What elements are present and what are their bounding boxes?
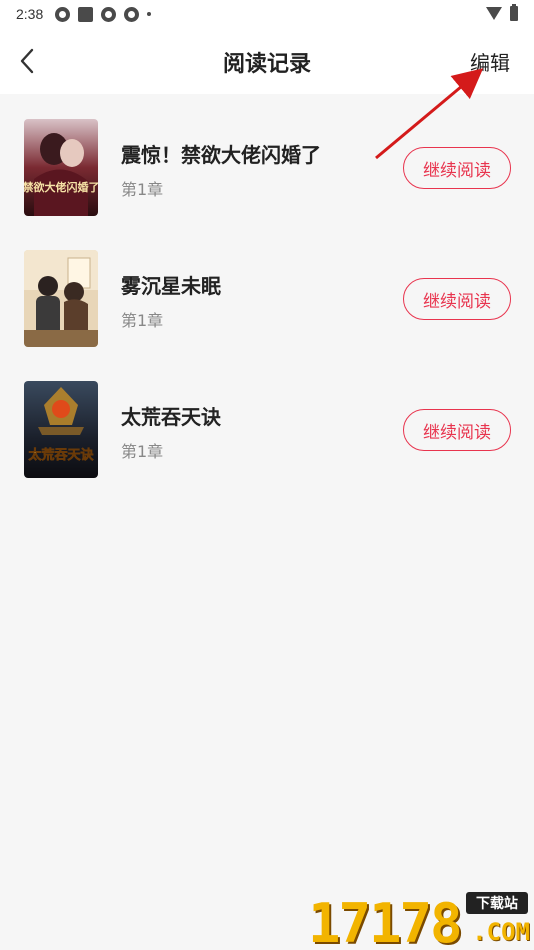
- status-time: 2:38: [16, 6, 44, 22]
- chapter-label: 第1章: [121, 311, 164, 330]
- chapter-label: 第1章: [121, 180, 164, 199]
- continue-reading-button[interactable]: 继续阅读: [403, 147, 511, 189]
- battery-icon: [510, 4, 518, 21]
- continue-reading-button[interactable]: 继续阅读: [403, 278, 511, 320]
- reading-history-list: 禁欲大佬闪婚了 震惊！禁欲大佬闪婚了 第1章 继续阅读 雾沉星未眠 第1章 继续…: [0, 94, 534, 487]
- top-bar: 阅读记录 编辑: [0, 28, 534, 94]
- notification-icon: [124, 6, 140, 22]
- book-cover[interactable]: 禁欲大佬闪婚了: [24, 119, 98, 216]
- wifi-icon: [486, 7, 502, 20]
- notification-icon: [55, 6, 71, 22]
- book-cover[interactable]: 太荒吞天诀: [24, 381, 98, 478]
- chapter-label: 第1章: [121, 442, 164, 461]
- edit-button[interactable]: 编辑: [470, 47, 510, 76]
- more-notifications-icon: [147, 12, 152, 16]
- book-title[interactable]: 雾沉星未眠: [121, 270, 221, 299]
- site-watermark: 17178 下载站 .COM: [308, 888, 534, 950]
- book-title[interactable]: 太荒吞天诀: [121, 401, 221, 430]
- watermark-badge: 下载站: [466, 892, 528, 914]
- notification-icon: [101, 6, 117, 22]
- cover-title: 禁欲大佬闪婚了: [24, 180, 98, 194]
- cover-title: 太荒吞天诀: [27, 447, 94, 463]
- watermark-suffix: .COM: [472, 918, 530, 946]
- app-notification-icon: [78, 6, 94, 22]
- list-item[interactable]: 太荒吞天诀 太荒吞天诀 第1章 继续阅读: [0, 356, 534, 487]
- status-bar: 2:38: [0, 0, 534, 28]
- watermark-digits: 17178: [308, 892, 463, 950]
- list-item[interactable]: 雾沉星未眠 第1章 继续阅读: [0, 225, 534, 356]
- continue-reading-button[interactable]: 继续阅读: [403, 409, 511, 451]
- page-title: 阅读记录: [222, 52, 311, 77]
- book-cover[interactable]: [24, 250, 98, 347]
- list-item[interactable]: 禁欲大佬闪婚了 震惊！禁欲大佬闪婚了 第1章 继续阅读: [0, 94, 534, 225]
- book-title[interactable]: 震惊！禁欲大佬闪婚了: [121, 139, 321, 168]
